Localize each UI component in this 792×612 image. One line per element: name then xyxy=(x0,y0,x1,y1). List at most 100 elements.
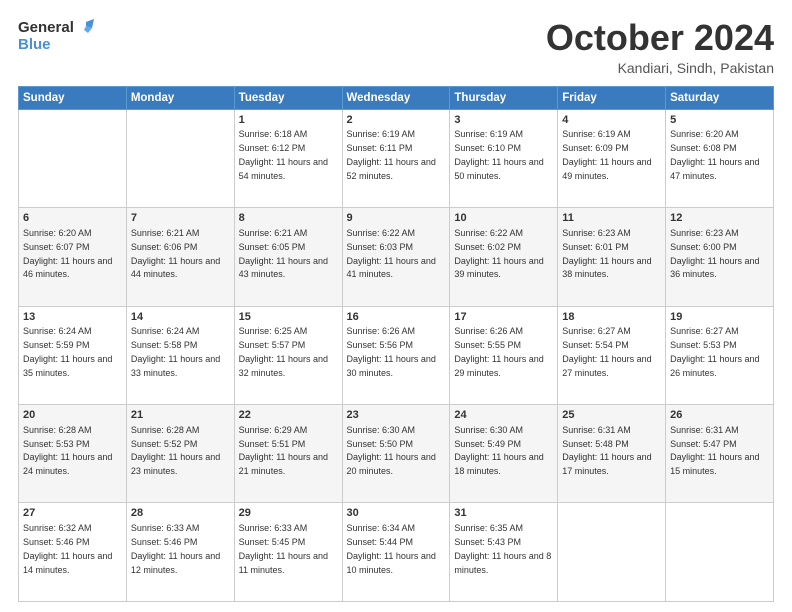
calendar-cell: 19Sunrise: 6:27 AMSunset: 5:53 PMDayligh… xyxy=(666,306,774,404)
cell-info: Sunrise: 6:22 AMSunset: 6:03 PMDaylight:… xyxy=(347,228,436,279)
day-number: 18 xyxy=(562,310,661,325)
calendar-cell xyxy=(19,109,127,207)
calendar-cell: 7 Sunrise: 6:21 AMSunset: 6:06 PMDaylight… xyxy=(126,208,234,306)
day-number: 11 xyxy=(562,211,661,226)
cell-info: Sunrise: 6:23 AMSunset: 6:00 PMDaylight:… xyxy=(670,228,759,279)
cell-info: Sunrise: 6:30 AMSunset: 5:49 PMDaylight:… xyxy=(454,425,543,476)
day-number: 1 xyxy=(239,113,338,128)
cell-info: Sunrise: 6:20 AMSunset: 6:07 PMDaylight:… xyxy=(23,228,112,279)
day-number: 25 xyxy=(562,408,661,423)
day-number: 24 xyxy=(454,408,553,423)
calendar-cell: 29 Sunrise: 6:33 AMSunset: 5:45 PMDayligh… xyxy=(234,503,342,602)
calendar-cell xyxy=(126,109,234,207)
calendar-cell: 25 Sunrise: 6:31 AMSunset: 5:48 PMDayligh… xyxy=(558,405,666,503)
calendar-cell xyxy=(558,503,666,602)
cell-info: Sunrise: 6:21 AMSunset: 6:06 PMDaylight:… xyxy=(131,228,220,279)
cell-info: Sunrise: 6:32 AMSunset: 5:46 PMDaylight:… xyxy=(23,523,112,574)
logo-bird-icon xyxy=(75,18,95,38)
cell-info: Sunrise: 6:30 AMSunset: 5:50 PMDaylight:… xyxy=(347,425,436,476)
col-friday: Friday xyxy=(558,86,666,109)
day-number: 2 xyxy=(347,113,446,128)
calendar-cell: 28 Sunrise: 6:33 AMSunset: 5:46 PMDayligh… xyxy=(126,503,234,602)
calendar-cell xyxy=(666,503,774,602)
day-number: 10 xyxy=(454,211,553,226)
day-number: 14 xyxy=(131,310,230,325)
day-number: 12 xyxy=(670,211,769,226)
day-number: 27 xyxy=(23,506,122,521)
cell-info: Sunrise: 6:19 AMSunset: 6:11 PMDaylight:… xyxy=(347,129,436,180)
calendar-cell: 27 Sunrise: 6:32 AMSunset: 5:46 PMDayligh… xyxy=(19,503,127,602)
day-number: 6 xyxy=(23,211,122,226)
cell-info: Sunrise: 6:20 AMSunset: 6:08 PMDaylight:… xyxy=(670,129,759,180)
cell-info: Sunrise: 6:19 AMSunset: 6:09 PMDaylight:… xyxy=(562,129,651,180)
calendar-cell: 14Sunrise: 6:24 AMSunset: 5:58 PMDayligh… xyxy=(126,306,234,404)
calendar-cell: 21 Sunrise: 6:28 AMSunset: 5:52 PMDayligh… xyxy=(126,405,234,503)
calendar-cell: 8 Sunrise: 6:21 AMSunset: 6:05 PMDaylight… xyxy=(234,208,342,306)
col-sunday: Sunday xyxy=(19,86,127,109)
cell-info: Sunrise: 6:22 AMSunset: 6:02 PMDaylight:… xyxy=(454,228,543,279)
calendar-cell: 1Sunrise: 6:18 AMSunset: 6:12 PMDaylight… xyxy=(234,109,342,207)
calendar-cell: 24 Sunrise: 6:30 AMSunset: 5:49 PMDayligh… xyxy=(450,405,558,503)
cell-info: Sunrise: 6:33 AMSunset: 5:46 PMDaylight:… xyxy=(131,523,220,574)
calendar-table: Sunday Monday Tuesday Wednesday Thursday… xyxy=(18,86,774,602)
calendar-cell: 2Sunrise: 6:19 AMSunset: 6:11 PMDaylight… xyxy=(342,109,450,207)
calendar-cell: 26 Sunrise: 6:31 AMSunset: 5:47 PMDayligh… xyxy=(666,405,774,503)
calendar-cell: 15Sunrise: 6:25 AMSunset: 5:57 PMDayligh… xyxy=(234,306,342,404)
day-number: 21 xyxy=(131,408,230,423)
day-number: 3 xyxy=(454,113,553,128)
cell-info: Sunrise: 6:21 AMSunset: 6:05 PMDaylight:… xyxy=(239,228,328,279)
calendar-page: General Blue October 2024 Kandiari, Sind… xyxy=(0,0,792,612)
day-number: 30 xyxy=(347,506,446,521)
day-number: 28 xyxy=(131,506,230,521)
cell-info: Sunrise: 6:31 AMSunset: 5:47 PMDaylight:… xyxy=(670,425,759,476)
day-number: 26 xyxy=(670,408,769,423)
day-number: 22 xyxy=(239,408,338,423)
logo: General Blue xyxy=(18,18,95,54)
calendar-cell: 6 Sunrise: 6:20 AMSunset: 6:07 PMDaylight… xyxy=(19,208,127,306)
week-row: 13Sunrise: 6:24 AMSunset: 5:59 PMDayligh… xyxy=(19,306,774,404)
col-saturday: Saturday xyxy=(666,86,774,109)
col-monday: Monday xyxy=(126,86,234,109)
location: Kandiari, Sindh, Pakistan xyxy=(546,60,774,76)
calendar-cell: 9Sunrise: 6:22 AMSunset: 6:03 PMDaylight… xyxy=(342,208,450,306)
day-number: 15 xyxy=(239,310,338,325)
cell-info: Sunrise: 6:26 AMSunset: 5:56 PMDaylight:… xyxy=(347,326,436,377)
calendar-cell: 22Sunrise: 6:29 AMSunset: 5:51 PMDayligh… xyxy=(234,405,342,503)
calendar-cell: 5Sunrise: 6:20 AMSunset: 6:08 PMDaylight… xyxy=(666,109,774,207)
month-title: October 2024 xyxy=(546,18,774,58)
day-number: 8 xyxy=(239,211,338,226)
calendar-cell: 31 Sunrise: 6:35 AMSunset: 5:43 PMDayligh… xyxy=(450,503,558,602)
day-number: 4 xyxy=(562,113,661,128)
day-number: 31 xyxy=(454,506,553,521)
calendar-cell: 12 Sunrise: 6:23 AMSunset: 6:00 PMDayligh… xyxy=(666,208,774,306)
cell-info: Sunrise: 6:28 AMSunset: 5:52 PMDaylight:… xyxy=(131,425,220,476)
calendar-cell: 13Sunrise: 6:24 AMSunset: 5:59 PMDayligh… xyxy=(19,306,127,404)
week-row: 20 Sunrise: 6:28 AMSunset: 5:53 PMDayligh… xyxy=(19,405,774,503)
day-number: 13 xyxy=(23,310,122,325)
day-number: 16 xyxy=(347,310,446,325)
cell-info: Sunrise: 6:25 AMSunset: 5:57 PMDaylight:… xyxy=(239,326,328,377)
day-number: 29 xyxy=(239,506,338,521)
cell-info: Sunrise: 6:26 AMSunset: 5:55 PMDaylight:… xyxy=(454,326,543,377)
cell-info: Sunrise: 6:28 AMSunset: 5:53 PMDaylight:… xyxy=(23,425,112,476)
calendar-cell: 17Sunrise: 6:26 AMSunset: 5:55 PMDayligh… xyxy=(450,306,558,404)
cell-info: Sunrise: 6:19 AMSunset: 6:10 PMDaylight:… xyxy=(454,129,543,180)
header-row: Sunday Monday Tuesday Wednesday Thursday… xyxy=(19,86,774,109)
cell-info: Sunrise: 6:35 AMSunset: 5:43 PMDaylight:… xyxy=(454,523,551,574)
week-row: 1Sunrise: 6:18 AMSunset: 6:12 PMDaylight… xyxy=(19,109,774,207)
cell-info: Sunrise: 6:18 AMSunset: 6:12 PMDaylight:… xyxy=(239,129,328,180)
calendar-cell: 3Sunrise: 6:19 AMSunset: 6:10 PMDaylight… xyxy=(450,109,558,207)
calendar-cell: 10 Sunrise: 6:22 AMSunset: 6:02 PMDayligh… xyxy=(450,208,558,306)
cell-info: Sunrise: 6:31 AMSunset: 5:48 PMDaylight:… xyxy=(562,425,651,476)
calendar-cell: 18Sunrise: 6:27 AMSunset: 5:54 PMDayligh… xyxy=(558,306,666,404)
cell-info: Sunrise: 6:27 AMSunset: 5:53 PMDaylight:… xyxy=(670,326,759,377)
day-number: 19 xyxy=(670,310,769,325)
col-wednesday: Wednesday xyxy=(342,86,450,109)
calendar-cell: 11Sunrise: 6:23 AMSunset: 6:01 PMDayligh… xyxy=(558,208,666,306)
calendar-cell: 16Sunrise: 6:26 AMSunset: 5:56 PMDayligh… xyxy=(342,306,450,404)
day-number: 20 xyxy=(23,408,122,423)
cell-info: Sunrise: 6:27 AMSunset: 5:54 PMDaylight:… xyxy=(562,326,651,377)
calendar-cell: 23Sunrise: 6:30 AMSunset: 5:50 PMDayligh… xyxy=(342,405,450,503)
day-number: 7 xyxy=(131,211,230,226)
cell-info: Sunrise: 6:33 AMSunset: 5:45 PMDaylight:… xyxy=(239,523,328,574)
